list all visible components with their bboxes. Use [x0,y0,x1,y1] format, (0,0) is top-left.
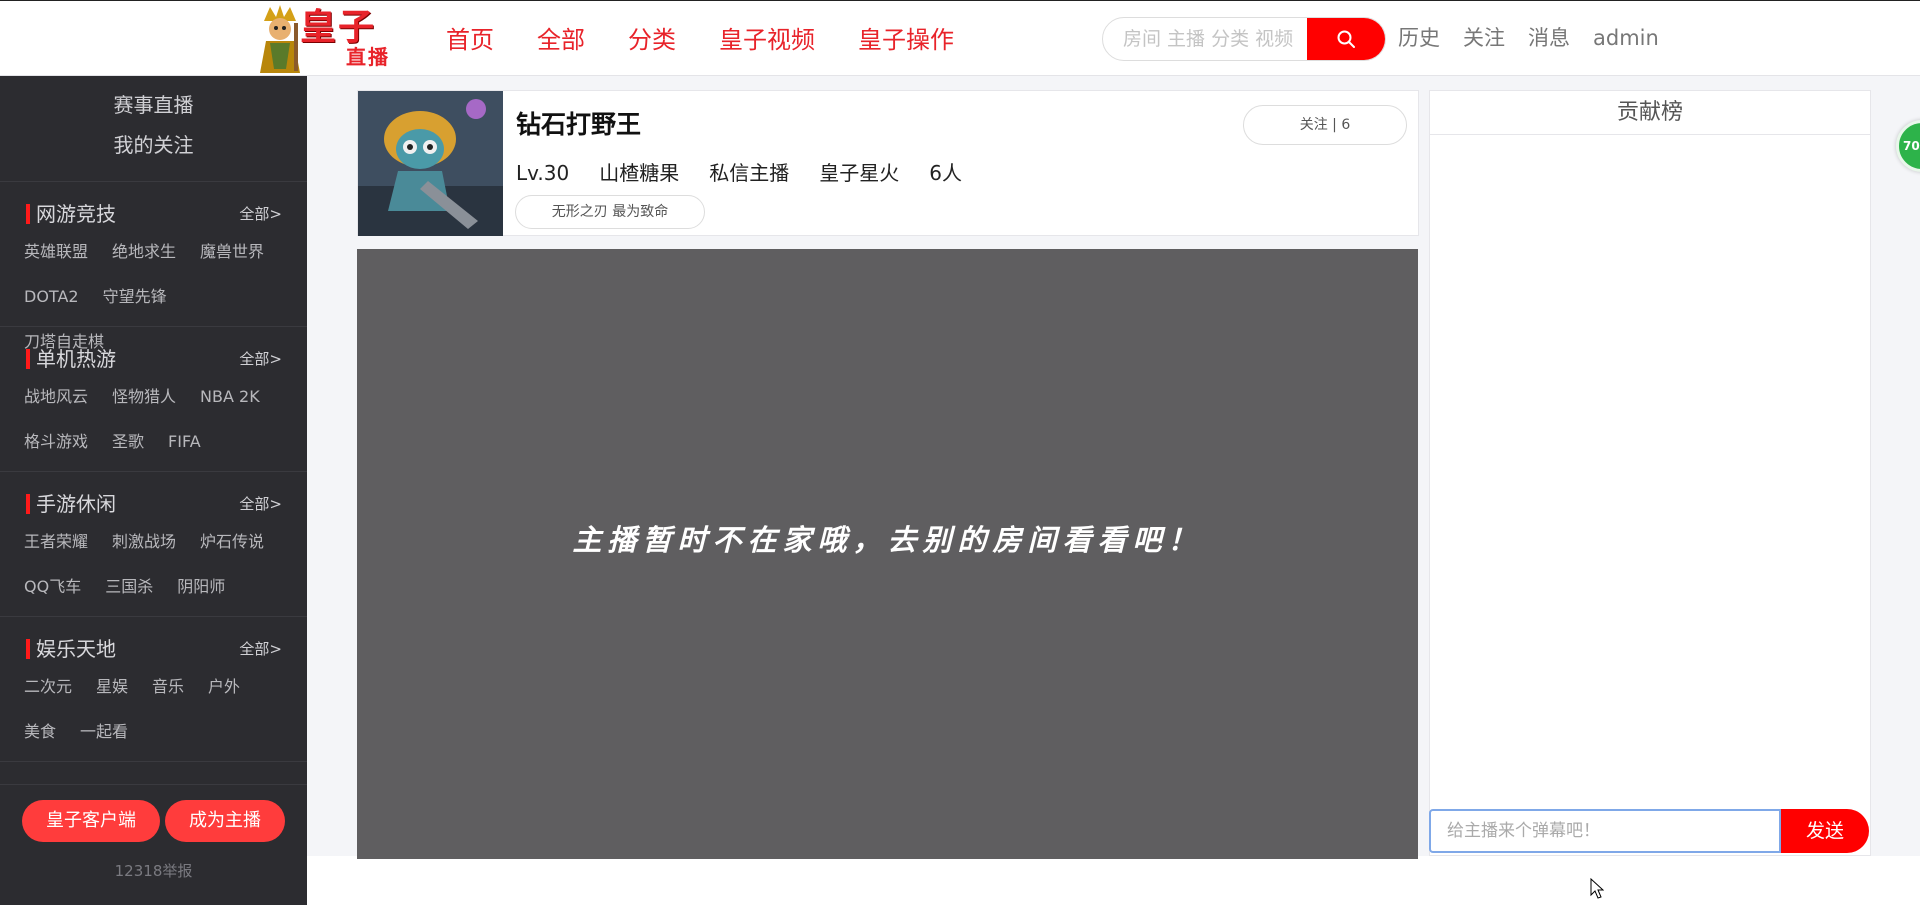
follow-button[interactable]: 关注 | 6 [1243,105,1407,145]
fan-badge: 皇子星火 [819,161,900,185]
sidebar-item-my-follows[interactable]: 我的关注 [0,132,307,158]
search-box [1102,17,1386,61]
user-links: 历史 关注 消息 admin [1398,21,1682,55]
game-link[interactable]: 绝地求生 [112,240,176,264]
main-nav: 首页 全部 分类 皇子视频 皇子操作 [446,23,997,57]
room-info-card: 钻石打野王 Lv.30 山楂糖果 私信主播 皇子星火 6人 无形之刃 最为致命 … [357,90,1419,236]
section-all-link[interactable]: 全部> [239,347,282,371]
game-link[interactable]: 战地风云 [24,385,88,409]
sidebar-section-online-games: 网游竞技 全部> 英雄联盟 绝地求生 魔兽世界 DOTA2 守望先锋 刀塔自走棋 [0,182,307,351]
game-link[interactable]: 守望先锋 [103,285,167,309]
username-link[interactable]: admin [1593,21,1659,55]
section-marker [26,639,30,659]
section-title: 网游竞技 [36,202,116,226]
offline-message: 主播暂时不在家哦，去别的房间看看吧！ [572,523,1203,557]
section-all-link[interactable]: 全部> [239,492,282,516]
search-icon [1337,30,1355,48]
follow-link[interactable]: 关注 [1463,21,1505,55]
viewer-count: 6人 [929,161,962,185]
game-link[interactable]: 一起看 [80,720,128,744]
anchor-avatar[interactable] [358,91,503,236]
left-sidebar: 赛事直播 我的关注 网游竞技 全部> 英雄联盟 绝地求生 魔兽世界 DOTA2 … [0,76,307,905]
sidebar-item-live-events[interactable]: 赛事直播 [0,92,307,118]
game-link[interactable]: 音乐 [152,675,184,699]
game-link[interactable]: 英雄联盟 [24,240,88,264]
section-title: 单机热游 [36,347,116,371]
site-logo[interactable]: 皇子 直播 [256,3,396,75]
game-link[interactable]: 刺激战场 [112,530,176,554]
game-link[interactable]: 格斗游戏 [24,430,88,454]
client-download-button[interactable]: 皇子客户端 [22,800,160,842]
message-anchor-link[interactable]: 私信主播 [709,159,789,187]
video-player[interactable]: 主播暂时不在家哦，去别的房间看看吧！ [357,249,1418,859]
contribution-panel: 贡献榜 [1429,90,1871,856]
game-link[interactable]: 美食 [24,720,56,744]
nav-home[interactable]: 首页 [446,23,494,57]
section-all-link[interactable]: 全部> [239,637,282,661]
game-link[interactable]: 王者荣耀 [24,530,88,554]
anchor-level: Lv.30 [516,161,570,185]
sidebar-top-links: 赛事直播 我的关注 [0,76,307,182]
nav-category[interactable]: 分类 [628,23,676,57]
section-all-link[interactable]: 全部> [239,202,282,226]
danmu-input[interactable] [1429,809,1781,853]
search-button[interactable] [1307,18,1385,60]
mouse-cursor-icon [1590,878,1604,899]
become-anchor-button[interactable]: 成为主播 [165,800,285,842]
section-marker [26,494,30,514]
game-link[interactable]: 二次元 [24,675,72,699]
contribution-title: 贡献榜 [1430,91,1870,135]
send-danmu-button[interactable]: 发送 [1781,809,1869,853]
anchor-name[interactable]: 山楂糖果 [599,159,679,187]
game-link[interactable]: QQ飞车 [24,575,81,599]
logo-text-main: 皇子 [300,6,377,48]
logo-text-sub: 直播 [346,45,390,69]
top-header: 皇子 直播 首页 全部 分类 皇子视频 皇子操作 历史 关注 消息 admin [0,0,1920,76]
search-input[interactable] [1103,18,1307,60]
section-marker [26,204,30,224]
nav-operations[interactable]: 皇子操作 [858,23,954,57]
game-link[interactable]: 圣歌 [112,430,144,454]
section-title: 手游休闲 [36,492,116,516]
game-link[interactable]: 魔兽世界 [200,240,264,264]
game-link[interactable]: FIFA [168,430,201,454]
game-link[interactable]: 星娱 [96,675,128,699]
sidebar-section-single-player: 单机热游 全部> 战地风云 怪物猎人 NBA 2K 格斗游戏 圣歌 FIFA [0,327,307,472]
section-marker [26,349,30,369]
sidebar-section-entertainment: 娱乐天地 全部> 二次元 星娱 音乐 户外 美食 一起看 [0,617,307,762]
room-meta: Lv.30 山楂糖果 私信主播 皇子星火 6人 [516,159,992,187]
section-title: 娱乐天地 [36,637,116,661]
history-link[interactable]: 历史 [1398,21,1440,55]
logo-character-icon [260,5,300,73]
room-tag[interactable]: 无形之刃 最为致命 [515,195,705,229]
game-link[interactable]: 炉石传说 [200,530,264,554]
messages-link[interactable]: 消息 [1528,21,1570,55]
game-link[interactable]: 三国杀 [105,575,153,599]
nav-videos[interactable]: 皇子视频 [719,23,815,57]
room-title: 钻石打野王 [516,110,642,139]
game-link[interactable]: DOTA2 [24,285,79,309]
page-footer [307,856,1920,905]
avatar-image [358,91,503,236]
game-link[interactable]: 户外 [208,675,240,699]
report-link[interactable]: 12318举报 [0,861,307,881]
sidebar-bottom: 皇子客户端 成为主播 12318举报 [0,784,307,905]
game-link[interactable]: 怪物猎人 [112,385,176,409]
nav-all[interactable]: 全部 [537,23,585,57]
sidebar-section-mobile-games: 手游休闲 全部> 王者荣耀 刺激战场 炉石传说 QQ飞车 三国杀 阴阳师 [0,472,307,617]
game-link[interactable]: 阴阳师 [177,575,225,599]
game-link[interactable]: NBA 2K [200,385,260,409]
